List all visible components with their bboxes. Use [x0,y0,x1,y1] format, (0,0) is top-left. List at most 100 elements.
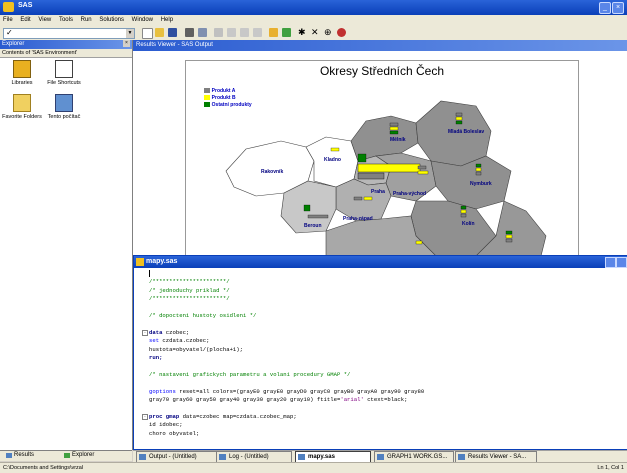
minimize-button[interactable]: _ [599,2,611,14]
tab-results[interactable]: Results [14,452,34,458]
clear-icon[interactable]: ✕ [311,28,320,37]
code-line[interactable]: gray70 gray60 gray50 gray40 gray30 gray2… [149,396,407,403]
district-label: Praha [371,189,385,195]
code-token: ctext=black; [363,396,408,403]
dropdown-arrow-icon[interactable]: ▼ [126,29,134,38]
bar-mlada-boleslav-a [455,112,463,117]
bar-east-c [505,238,513,243]
bar-praha-zapad-b [363,196,373,201]
results-viewer-window: Results Viewer - SAS Output Okresy Střed… [133,40,627,257]
code-token: /* jednoduchy priklad */ [149,286,230,294]
run-icon[interactable]: ✱ [298,28,307,37]
code-token: id idobec; [149,421,183,429]
task-label: Results Viewer - SA... [468,454,527,460]
code-token: choro obyvatel; [149,429,200,437]
code-line[interactable]: /* jednoduchy priklad */ [149,287,230,294]
output-icon [139,454,146,460]
libraries-toolbar-icon[interactable] [269,28,278,37]
code-token: czobec; [162,328,190,336]
fold-toggle-icon[interactable]: - [142,329,148,336]
status-bar: C:\Documents and Settings\vrzal Ln 1, Co… [0,462,627,473]
bar-praha-vychod-a [417,165,427,170]
new-icon[interactable] [142,28,153,39]
editor-header: mapy.sas [134,256,627,268]
break-icon[interactable]: ⊕ [324,28,333,37]
menu-window[interactable]: Window [129,15,156,25]
code-line[interactable]: /**********************/ [149,278,230,285]
code-line[interactable]: hustota=obyvatel/(plocha+1); [149,346,243,353]
task-label: Output - (Untitled) [149,454,197,460]
bar-praha-a [357,163,421,173]
libraries-icon [13,60,31,78]
code-token: hustota=obyvatel/(plocha+1); [149,345,243,353]
editor-task-icon [298,454,305,460]
bar-melnik-c [389,130,399,135]
district-label: Mělník [390,137,406,143]
code-line[interactable]: /**********************/ [149,295,230,302]
bar-beroun-c [303,204,311,212]
code-line[interactable]: choro obyvatel; [149,430,199,437]
district-label: Nymburk [470,181,492,187]
code-line[interactable]: id idobec; [149,421,183,428]
code-line[interactable]: goptions reset=all colors=(grayE0 grayE0… [149,388,424,395]
explorer-item-my-computer[interactable]: Tento počítač [44,94,84,120]
explorer-tabs: Results Explorer [0,450,132,461]
code-line[interactable]: /* nastaveni grafickych parametru a vola… [149,371,350,378]
bar-kolin-b [460,209,467,214]
text-cursor [149,270,150,277]
bar-east-b [505,234,513,239]
code-editor[interactable]: /**********************//* jednoduchy pr… [139,270,619,445]
district-label: Mladá Boleslav [448,129,485,135]
print-icon[interactable] [185,28,194,37]
explorer-contents-bar: Contents of 'SAS Environment' [0,49,132,58]
explorer-item-favorite-folders[interactable]: Favorite Folders [2,94,42,120]
cut-icon[interactable] [214,28,223,37]
tab-explorer[interactable]: Explorer [72,452,94,458]
menu-solutions[interactable]: Solutions [96,15,127,25]
print-preview-icon[interactable] [198,28,207,37]
open-icon[interactable] [155,28,164,37]
bar-praha-vychod-b [417,170,429,175]
favorite-folders-icon [13,94,31,112]
explorer-header: Explorer × [0,40,132,49]
close-button[interactable]: × [612,2,624,14]
explorer-toolbar-icon[interactable] [282,28,291,37]
explorer-item-libraries[interactable]: Libraries [2,60,42,86]
editor-file-icon [136,258,144,266]
code-token: set [149,337,160,345]
code-token: goptions [149,387,176,395]
menu-tools[interactable]: Tools [56,15,76,25]
menu-run[interactable]: Run [78,15,95,25]
menu-help[interactable]: Help [158,15,176,25]
undo-icon[interactable] [253,28,262,37]
bar-melnik-b [389,126,399,131]
fold-toggle-icon[interactable]: - [142,413,148,420]
restore-icon[interactable] [605,257,616,268]
help-icon[interactable] [337,28,346,37]
code-line[interactable]: set czdata.czobec; [149,337,209,344]
menu-view[interactable]: View [35,15,54,25]
bar-melnik-a [389,122,399,127]
checkmark-icon[interactable]: ✓ [6,28,13,37]
code-line[interactable]: data czobec; - [142,328,190,336]
results-viewer-icon [458,454,465,460]
copy-icon[interactable] [227,28,236,37]
save-icon[interactable] [168,28,177,37]
command-box[interactable]: ✓ ▼ [3,28,135,39]
code-line[interactable]: proc gmap data=czobec map=czdata.czobec_… [142,413,297,420]
task-label: Log - (Untitled) [229,454,269,460]
explorer-item-file-shortcuts[interactable]: File Shortcuts [44,60,84,86]
code-line[interactable]: /* dopocteni hustoty osidleni */ [149,312,256,319]
code-token: /**********************/ [149,295,230,303]
explorer-close-icon[interactable]: × [123,40,130,47]
district-praha-zapad-shape [335,178,392,222]
maximize-icon[interactable] [616,257,627,268]
code-line[interactable]: run; [149,354,162,361]
menu-edit[interactable]: Edit [17,15,33,25]
results-viewer-title: Results Viewer - SAS Output [136,42,213,48]
paste-icon[interactable] [240,28,249,37]
editor-title: mapy.sas [146,258,178,265]
explorer-tab-icon [64,453,70,458]
title-bar: SAS _ × [0,0,627,15]
menu-file[interactable]: File [0,15,16,25]
